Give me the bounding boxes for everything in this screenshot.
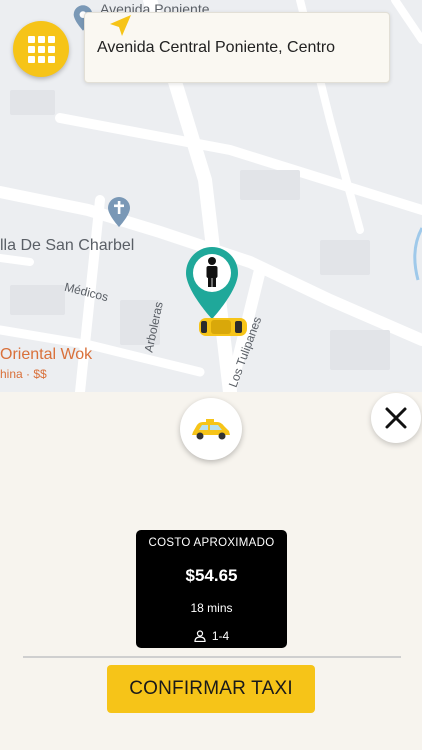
cost-price: $54.65 [185, 566, 238, 585]
confirm-taxi-button[interactable]: CONFIRMAR TAXI [107, 665, 315, 713]
church-cross-icon[interactable] [106, 196, 132, 228]
cost-estimate-card: COSTO APROXIMADO $54.65 18 mins 1-4 [136, 530, 287, 648]
close-button[interactable] [371, 393, 421, 443]
passenger-count: 1-4 [211, 629, 230, 643]
close-icon [385, 407, 407, 429]
map-view[interactable]: Avenida Poniente lla De San Charbel Médi… [0, 0, 422, 392]
address-card[interactable]: Avenida Central Poniente, Centro [84, 12, 390, 83]
vehicle-type-badge[interactable] [180, 398, 242, 460]
grid-menu-icon [27, 35, 55, 63]
map-label-church: lla De San Charbel [0, 237, 135, 254]
passenger-capacity: 1-4 [136, 629, 287, 643]
navigation-arrow-icon [110, 15, 131, 36]
taxi-car-icon[interactable] [197, 314, 249, 340]
address-text: Avenida Central Poniente, Centro [97, 38, 336, 56]
taxi-car-icon [192, 419, 230, 440]
cost-title: COSTO APROXIMADO [148, 537, 275, 549]
person-icon [194, 630, 206, 642]
map-label-restaurant-sub: hina · $$ [0, 367, 47, 381]
person-pin-icon[interactable] [183, 245, 241, 321]
map-label-restaurant: Oriental Wok [0, 346, 93, 363]
divider [23, 656, 401, 658]
trip-duration: 18 mins [190, 601, 233, 615]
menu-button[interactable] [13, 21, 69, 77]
